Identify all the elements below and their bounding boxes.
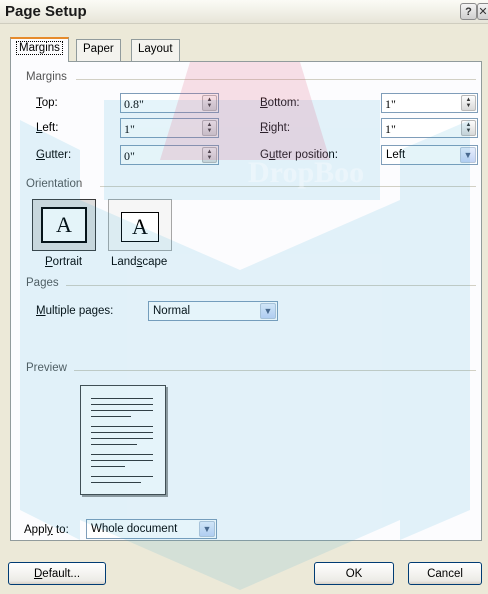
group-divider (100, 186, 476, 187)
bottom-margin-value: 1" (385, 97, 396, 111)
ok-button-label: OK (345, 567, 363, 580)
left-margin-value: 1" (124, 122, 135, 136)
tab-label: Margins (16, 41, 63, 55)
spinner-arrows-icon[interactable]: ▲ ▼ (461, 120, 476, 136)
preview-text-line (91, 404, 153, 405)
tab-label: Paper (83, 43, 114, 55)
gutter-label: Gutter: (36, 149, 72, 161)
apply-to-select[interactable]: Whole document ▼ (86, 519, 217, 539)
default-button[interactable]: Default... (8, 562, 106, 585)
pages-group-label: Pages (26, 277, 59, 289)
tab-margins[interactable]: Margins (10, 37, 69, 62)
portrait-option[interactable]: A (32, 199, 96, 251)
right-margin-value: 1" (385, 122, 396, 136)
spinner-arrows-icon[interactable]: ▲ ▼ (202, 147, 217, 163)
close-icon: ✕ (478, 6, 488, 18)
tab-paper[interactable]: Paper (76, 39, 121, 61)
tab-label: Layout (138, 43, 173, 55)
question-icon: ? (465, 5, 472, 18)
bottom-label: Bottom: (260, 97, 300, 109)
margins-group-label: Margins (26, 71, 67, 83)
cancel-button[interactable]: Cancel (408, 562, 482, 585)
group-divider (66, 285, 476, 286)
chevron-down-icon[interactable]: ▼ (460, 147, 476, 163)
preview-text-line (91, 398, 153, 399)
preview-text-line (91, 432, 153, 433)
chevron-down-icon[interactable]: ▼ (260, 303, 276, 319)
preview-text-line (91, 426, 153, 427)
gutter-spinner[interactable]: 0" ▲ ▼ (120, 145, 219, 165)
orientation-group-label: Orientation (26, 178, 83, 190)
top-margin-value: 0.8" (124, 97, 144, 111)
top-label: Top: (36, 97, 58, 109)
close-button[interactable]: ✕ (477, 3, 488, 20)
preview-text-line (91, 438, 153, 439)
right-label: Right: (260, 122, 291, 134)
group-divider (74, 370, 476, 371)
apply-to-label: Apply to: (24, 524, 69, 536)
spinner-arrows-icon[interactable]: ▲ ▼ (202, 95, 217, 111)
chevron-down-icon[interactable]: ▼ (199, 521, 215, 537)
spinner-arrows-icon[interactable]: ▲ ▼ (461, 95, 476, 111)
gutter-position-label: Gutter position: (260, 149, 339, 161)
group-divider (76, 79, 476, 80)
page-letter: A (56, 212, 72, 237)
title-bar: Page Setup ? ✕ (0, 0, 488, 24)
preview-text-line (91, 482, 141, 483)
multiple-pages-label: Multiple pages: (36, 305, 114, 317)
preview-text-line (91, 454, 153, 455)
right-margin-spinner[interactable]: 1" ▲ ▼ (381, 118, 478, 138)
left-margin-spinner[interactable]: 1" ▲ ▼ (120, 118, 219, 138)
preview-text-line (91, 410, 153, 411)
preview-text-line (91, 416, 131, 417)
default-button-label: Default... (33, 567, 81, 580)
preview-text-line (91, 476, 153, 477)
multiple-pages-value: Normal (153, 305, 191, 317)
bottom-margin-spinner[interactable]: 1" ▲ ▼ (381, 93, 478, 113)
tab-layout[interactable]: Layout (131, 39, 180, 61)
left-label: Left: (36, 122, 59, 134)
preview-text-line (91, 460, 153, 461)
preview-text-line (91, 444, 137, 445)
portrait-page-icon: A (41, 207, 87, 243)
preview-group-label: Preview (26, 362, 67, 374)
landscape-option[interactable]: A (108, 199, 172, 251)
top-margin-spinner[interactable]: 0.8" ▲ ▼ (120, 93, 219, 113)
page-letter: A (132, 214, 148, 239)
portrait-label: Portrait (45, 256, 83, 268)
apply-to-value: Whole document (91, 523, 178, 535)
preview-text-line (91, 466, 125, 467)
help-button[interactable]: ? (460, 3, 477, 20)
multiple-pages-select[interactable]: Normal ▼ (148, 301, 278, 321)
landscape-page-icon: A (121, 212, 159, 242)
preview-page-thumbnail (80, 385, 166, 495)
dialog-title: Page Setup (5, 3, 87, 20)
gutter-position-value: Left (386, 149, 406, 161)
gutter-value: 0" (124, 149, 135, 163)
gutter-position-select[interactable]: Left ▼ (381, 145, 478, 165)
ok-button[interactable]: OK (314, 562, 394, 585)
cancel-button-label: Cancel (427, 567, 463, 580)
landscape-label: Landscape (111, 256, 168, 268)
spinner-arrows-icon[interactable]: ▲ ▼ (202, 120, 217, 136)
